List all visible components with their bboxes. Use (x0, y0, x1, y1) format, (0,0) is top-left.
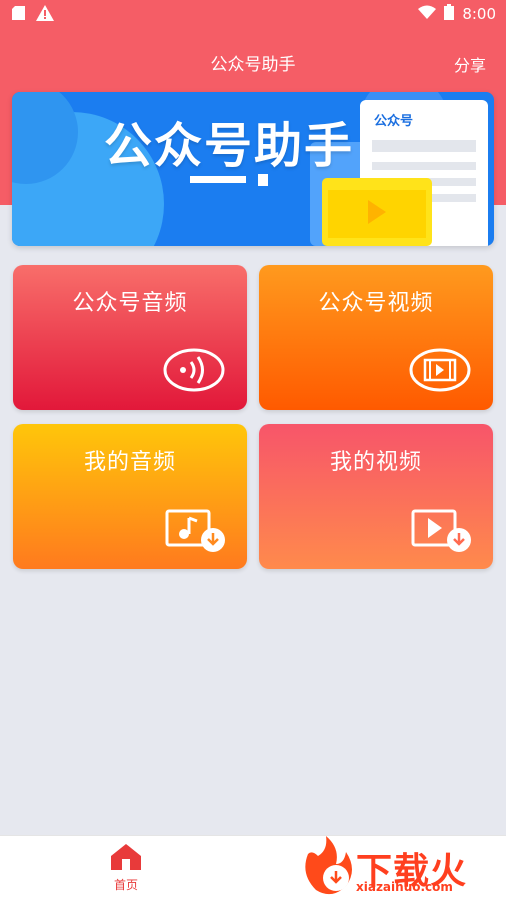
feature-grid: 公众号音频 公众号视频 我的音频 我的视频 (13, 265, 493, 569)
tile-my-video[interactable]: 我的视频 (259, 424, 493, 569)
banner[interactable]: 公众号助手 公众号 (12, 92, 494, 246)
banner-card-label: 公众号 (374, 114, 414, 129)
battery-icon (444, 4, 455, 24)
tile-my-audio[interactable]: 我的音频 (13, 424, 247, 569)
watermark-sub: xiazaihuo.com (356, 880, 453, 894)
tile-label: 公众号视频 (318, 291, 434, 316)
banner-title: 公众号助手 (104, 118, 355, 174)
share-button[interactable]: 分享 (454, 52, 486, 76)
tile-official-video[interactable]: 公众号视频 (259, 265, 493, 410)
status-time: 8:00 (462, 5, 496, 23)
music-download-icon (163, 508, 229, 558)
audio-wave-icon (163, 348, 225, 396)
tile-label: 公众号音频 (72, 291, 188, 316)
home-icon (111, 844, 141, 874)
wifi-icon (418, 5, 437, 23)
alert-icon (36, 5, 54, 25)
tab-home[interactable]: 首页 (106, 844, 146, 893)
film-icon (409, 348, 471, 396)
tile-official-audio[interactable]: 公众号音频 (13, 265, 247, 410)
video-download-icon (409, 508, 475, 558)
tile-label: 我的视频 (329, 450, 422, 475)
tab-home-label: 首页 (113, 878, 138, 892)
tile-label: 我的音频 (83, 450, 176, 475)
page-title: 公众号助手 (210, 55, 296, 75)
sd-card-icon (12, 6, 28, 24)
status-bar: 8:00 (0, 0, 506, 28)
